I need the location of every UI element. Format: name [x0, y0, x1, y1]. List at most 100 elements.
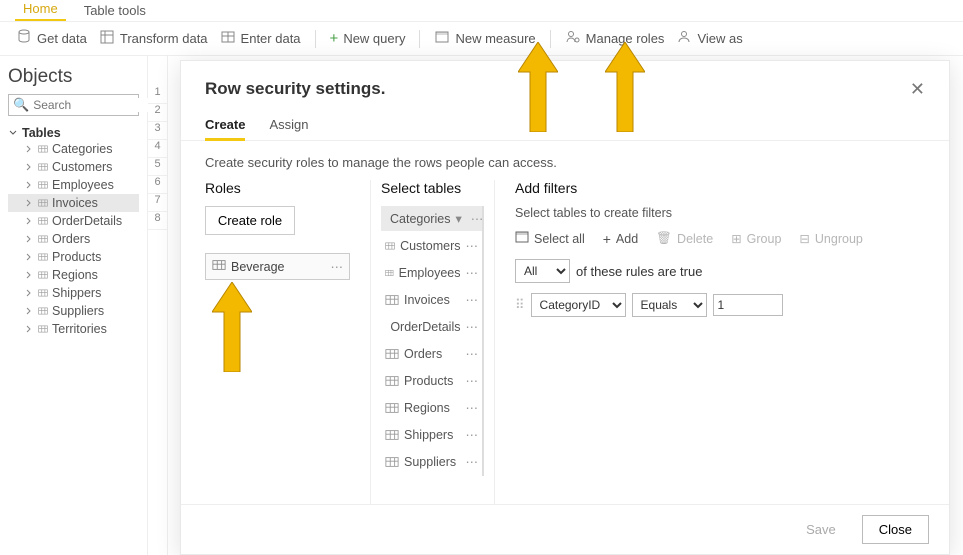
get-data-label: Get data [37, 31, 87, 46]
field-select[interactable]: CategoryID [531, 293, 626, 317]
manage-roles-button[interactable]: Manage roles [565, 29, 665, 48]
select-all-button[interactable]: Select all [515, 230, 585, 247]
tab-table-tools[interactable]: Table tools [76, 0, 154, 21]
table-icon [220, 29, 236, 48]
tree-item-label: Employees [52, 178, 114, 192]
tree-root-tables[interactable]: Tables [8, 126, 139, 140]
select-all-label: Select all [534, 232, 585, 246]
table-icon [385, 293, 399, 307]
select-table-row[interactable]: Shippers⋯ [381, 422, 482, 449]
tree-item[interactable]: Employees [8, 176, 139, 194]
tree-item[interactable]: Invoices [8, 194, 139, 212]
select-table-row[interactable]: Products⋯ [381, 368, 482, 395]
add-button[interactable]: + Add [603, 231, 638, 247]
value-input[interactable] [713, 294, 783, 316]
filters-subtitle: Select tables to create filters [515, 206, 935, 220]
delete-button: 🗑 Delete [656, 231, 713, 246]
tab-create[interactable]: Create [205, 111, 245, 141]
select-table-row[interactable]: Categories▾⋯ [381, 206, 482, 233]
more-icon[interactable]: ⋯ [466, 400, 479, 415]
tree-item[interactable]: Territories [8, 320, 139, 338]
row-number: 6 [148, 176, 167, 194]
new-measure-button[interactable]: New measure [434, 29, 535, 48]
select-table-row[interactable]: Customers⋯ [381, 233, 482, 260]
more-icon[interactable]: ⋯ [466, 454, 479, 469]
chevron-right-icon [24, 324, 34, 334]
filter-icon: ▾ [455, 211, 461, 226]
table-label: Employees [399, 266, 461, 280]
more-icon[interactable]: ⋯ [331, 259, 344, 274]
database-icon [16, 29, 32, 48]
delete-label: Delete [677, 232, 713, 246]
chevron-right-icon [24, 234, 34, 244]
table-label: Suppliers [404, 455, 456, 469]
transform-data-button[interactable]: Transform data [99, 29, 208, 48]
select-table-row[interactable]: Invoices⋯ [381, 287, 482, 314]
get-data-button[interactable]: Get data [16, 29, 87, 48]
more-icon[interactable]: ⋯ [466, 238, 479, 253]
objects-pane: Objects 🔍 Tables CategoriesCustomersEmpl… [0, 56, 148, 555]
select-table-row[interactable]: Employees ⋯ [381, 260, 482, 287]
view-as-button[interactable]: View as [676, 29, 742, 48]
more-icon[interactable]: ⋯ [471, 211, 484, 226]
more-icon[interactable]: ⋯ [466, 265, 479, 280]
group-label: Group [747, 232, 782, 246]
select-table-row[interactable]: OrderDetails⋯ [381, 314, 482, 341]
enter-data-button[interactable]: Enter data [220, 29, 301, 48]
rule-header-suffix: of these rules are true [576, 264, 702, 279]
more-icon[interactable]: ⋯ [466, 373, 479, 388]
objects-search[interactable]: 🔍 [8, 94, 139, 116]
row-security-dialog: Row security settings. ✕ Create Assign C… [180, 60, 950, 555]
tab-home[interactable]: Home [15, 0, 66, 21]
chevron-right-icon [24, 216, 34, 226]
tab-assign[interactable]: Assign [269, 111, 308, 140]
tree-item[interactable]: OrderDetails [8, 212, 139, 230]
more-icon[interactable]: ⋯ [466, 292, 479, 307]
select-table-row[interactable]: Orders ⋯ [381, 341, 482, 368]
tree-item[interactable]: Products [8, 248, 139, 266]
tree-item[interactable]: Customers [8, 158, 139, 176]
measure-icon [434, 29, 450, 48]
tree-item[interactable]: Shippers [8, 284, 139, 302]
dialog-close-button[interactable]: ✕ [910, 80, 925, 98]
plus-icon: + [603, 231, 611, 247]
table-icon [38, 180, 48, 190]
new-query-button[interactable]: + New query [330, 30, 406, 47]
tree-item[interactable]: Orders [8, 230, 139, 248]
ribbon-tabs: Home Table tools [0, 0, 963, 22]
select-table-row[interactable]: Suppliers ⋯ [381, 449, 482, 476]
create-role-button[interactable]: Create role [205, 206, 295, 235]
row-number: 3 [148, 122, 167, 140]
drag-handle-icon[interactable]: ⠿ [515, 297, 525, 313]
tree-item[interactable]: Regions [8, 266, 139, 284]
chevron-right-icon [24, 252, 34, 262]
role-card-beverage[interactable]: Beverage ⋯ [205, 253, 350, 280]
table-label: Orders [404, 347, 442, 361]
group-button: ⊞ Group [731, 231, 781, 246]
tree-item[interactable]: Suppliers [8, 302, 139, 320]
close-button[interactable]: Close [862, 515, 929, 544]
filters-column: Add filters Select tables to create filt… [515, 180, 935, 504]
table-label: Regions [404, 401, 450, 415]
more-icon[interactable]: ⋯ [466, 427, 479, 442]
chevron-right-icon [24, 288, 34, 298]
save-button[interactable]: Save [790, 515, 852, 544]
table-icon [38, 252, 48, 262]
separator [550, 30, 551, 48]
chevron-right-icon [24, 306, 34, 316]
all-any-select[interactable]: All [515, 259, 570, 283]
new-query-label: New query [343, 31, 405, 46]
tree-item-label: Orders [52, 232, 90, 246]
ungroup-button: ⊟ Ungroup [799, 231, 862, 246]
table-icon [38, 270, 48, 280]
row-number-gutter: 12345678 [148, 56, 168, 555]
more-icon[interactable]: ⋯ [466, 319, 479, 334]
operator-select[interactable]: Equals [632, 293, 707, 317]
tree-item-label: Categories [52, 142, 112, 156]
manage-roles-label: Manage roles [586, 31, 665, 46]
select-table-row[interactable]: Regions ⋯ [381, 395, 482, 422]
transform-label: Transform data [120, 31, 208, 46]
select-all-icon [515, 230, 529, 247]
tree-item[interactable]: Categories [8, 140, 139, 158]
more-icon[interactable]: ⋯ [466, 346, 479, 361]
